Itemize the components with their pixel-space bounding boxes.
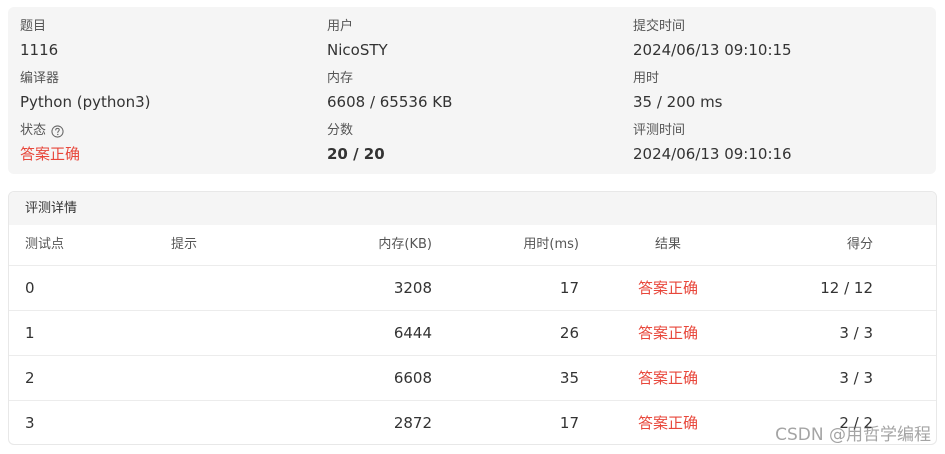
memory-field: 内存 6608 / 65536 KB — [327, 71, 452, 111]
submit-time-value: 2024/06/13 09:10:15 — [633, 41, 792, 59]
status-field: 状态 答案正确 — [20, 123, 80, 163]
csdn-watermark: CSDN @用哲学编程 — [775, 425, 931, 445]
score-cell: 12 / 12 — [820, 279, 873, 297]
memory-value: 6608 / 65536 KB — [327, 93, 453, 111]
test-point-cell: 0 — [25, 279, 35, 297]
time-cell: 35 — [559, 369, 579, 387]
memory-cell: 6608 — [393, 369, 432, 387]
problem-label: 题目 — [20, 19, 47, 34]
result-cell: 答案正确 — [637, 279, 698, 297]
status-value: 答案正确 — [20, 145, 81, 163]
table-row: 2 6608 35 答案正确 3 / 3 — [9, 356, 936, 401]
test-point-cell: 2 — [25, 369, 35, 387]
memory-cell: 3208 — [393, 279, 432, 297]
status-label: 状态 — [20, 123, 47, 138]
submission-page: 题目 1116 编译器 Python (python3) 状态 答案正确 用户 … — [0, 0, 945, 454]
user-field: 用户 NicoSTY — [327, 19, 388, 59]
test-point-cell: 1 — [25, 324, 35, 342]
judge-details-title: 评测详情 — [9, 192, 936, 225]
score-value: 20 / 20 — [327, 145, 385, 163]
compiler-label: 编译器 — [20, 71, 60, 86]
memory-label: 内存 — [327, 71, 354, 86]
submit-time-label: 提交时间 — [633, 19, 686, 34]
time-cell: 26 — [559, 324, 579, 342]
time-cell: 17 — [559, 414, 579, 432]
score-label: 分数 — [327, 123, 354, 138]
judge-time-value: 2024/06/13 09:10:16 — [633, 145, 792, 163]
time-used-value: 35 / 200 ms — [633, 93, 723, 111]
submit-time-field: 提交时间 2024/06/13 09:10:15 — [633, 19, 792, 59]
problem-field: 题目 1116 — [20, 19, 58, 59]
judge-time-label: 评测时间 — [633, 123, 686, 138]
user-value[interactable]: NicoSTY — [327, 41, 388, 59]
column-header-score: 得分 — [846, 237, 873, 252]
time-used-field: 用时 35 / 200 ms — [633, 71, 723, 111]
submission-summary-panel: 题目 1116 编译器 Python (python3) 状态 答案正确 用户 … — [8, 7, 936, 174]
column-header-result: 结果 — [654, 237, 681, 252]
score-field: 分数 20 / 20 — [327, 123, 385, 163]
time-cell: 17 — [559, 279, 579, 297]
table-row: 0 3208 17 答案正确 12 / 12 — [9, 266, 936, 311]
problem-value[interactable]: 1116 — [20, 41, 58, 59]
judge-time-field: 评测时间 2024/06/13 09:10:16 — [633, 123, 792, 163]
column-header-time: 用时(ms) — [523, 237, 579, 252]
details-table-header: 测试点 提示 内存(KB) 用时(ms) 结果 得分 — [9, 225, 936, 266]
question-circle-icon[interactable] — [51, 124, 64, 138]
score-cell: 3 / 3 — [839, 369, 873, 387]
column-header-point: 测试点 — [25, 237, 65, 252]
column-header-hint: 提示 — [171, 237, 198, 252]
score-cell: 3 / 3 — [839, 324, 873, 342]
column-header-memory: 内存(KB) — [378, 237, 432, 252]
time-used-label: 用时 — [633, 71, 660, 86]
memory-cell: 6444 — [393, 324, 432, 342]
judge-details-panel: 评测详情 测试点 提示 内存(KB) 用时(ms) 结果 得分 0 3208 1… — [8, 191, 937, 445]
status-label-row: 状态 — [20, 123, 80, 139]
table-row: 1 6444 26 答案正确 3 / 3 — [9, 311, 936, 356]
memory-cell: 2872 — [393, 414, 432, 432]
user-label: 用户 — [327, 19, 354, 34]
test-point-cell: 3 — [25, 414, 35, 432]
result-cell: 答案正确 — [637, 369, 698, 387]
result-cell: 答案正确 — [637, 324, 698, 342]
compiler-value: Python (python3) — [20, 93, 151, 111]
result-cell: 答案正确 — [637, 414, 698, 432]
compiler-field: 编译器 Python (python3) — [20, 71, 150, 111]
